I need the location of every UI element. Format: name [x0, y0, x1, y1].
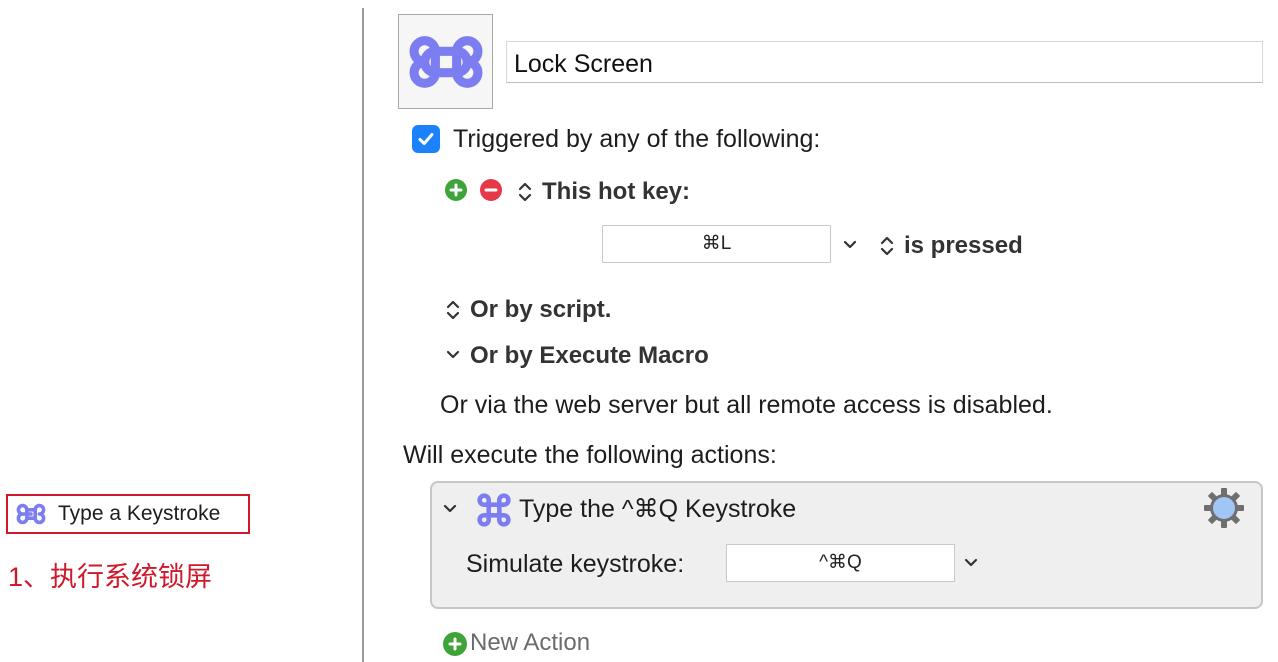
- chevron-down-icon[interactable]: [963, 555, 979, 571]
- script-trigger-label[interactable]: Or by script.: [470, 296, 611, 324]
- up-down-chevron-icon[interactable]: [517, 180, 533, 204]
- hotkey-field[interactable]: ⌘L: [602, 225, 831, 263]
- new-action-plus-icon[interactable]: [443, 632, 467, 656]
- triggered-label: Triggered by any of the following:: [453, 125, 821, 153]
- remove-trigger-button[interactable]: [480, 179, 502, 201]
- triggered-checkbox[interactable]: [412, 125, 440, 153]
- hot-key-trigger-label: This hot key:: [542, 178, 691, 205]
- action-chip-label: Type a Keystroke: [58, 502, 221, 525]
- macro-icon-well[interactable]: [398, 14, 493, 109]
- execute-macro-trigger-label[interactable]: Or by Execute Macro: [470, 342, 709, 370]
- checkmark-icon: [418, 133, 434, 145]
- hotkey-condition-popup[interactable]: is pressed: [904, 232, 1023, 260]
- chevron-down-icon[interactable]: [842, 237, 858, 253]
- command-icon: [477, 493, 511, 527]
- minus-icon: [484, 188, 498, 192]
- collapse-chevron-icon[interactable]: [442, 501, 458, 517]
- action-title[interactable]: Type the ^⌘Q Keystroke: [519, 494, 796, 524]
- simulate-keystroke-label: Simulate keystroke:: [466, 550, 685, 578]
- actions-header: Will execute the following actions:: [403, 441, 777, 469]
- up-down-chevron-icon[interactable]: [879, 234, 895, 258]
- up-down-chevron-icon[interactable]: [445, 298, 461, 322]
- gear-icon[interactable]: [1203, 487, 1245, 529]
- plus-icon: [448, 637, 462, 651]
- web-server-note: Or via the web server but all remote acc…: [440, 391, 1053, 419]
- new-action-button[interactable]: New Action: [470, 629, 590, 657]
- add-trigger-button[interactable]: [445, 179, 467, 201]
- command-icon: [16, 503, 46, 525]
- plus-icon: [449, 183, 463, 197]
- pane-divider[interactable]: [362, 8, 364, 662]
- keystroke-field[interactable]: ^⌘Q: [726, 544, 955, 582]
- chevron-down-icon[interactable]: [445, 347, 461, 363]
- annotation-note: 1、执行系统锁屏: [8, 562, 213, 592]
- macro-name-field[interactable]: Lock Screen: [506, 41, 1263, 83]
- command-icon: [409, 35, 482, 88]
- action-chip-type-keystroke[interactable]: Type a Keystroke: [6, 494, 250, 534]
